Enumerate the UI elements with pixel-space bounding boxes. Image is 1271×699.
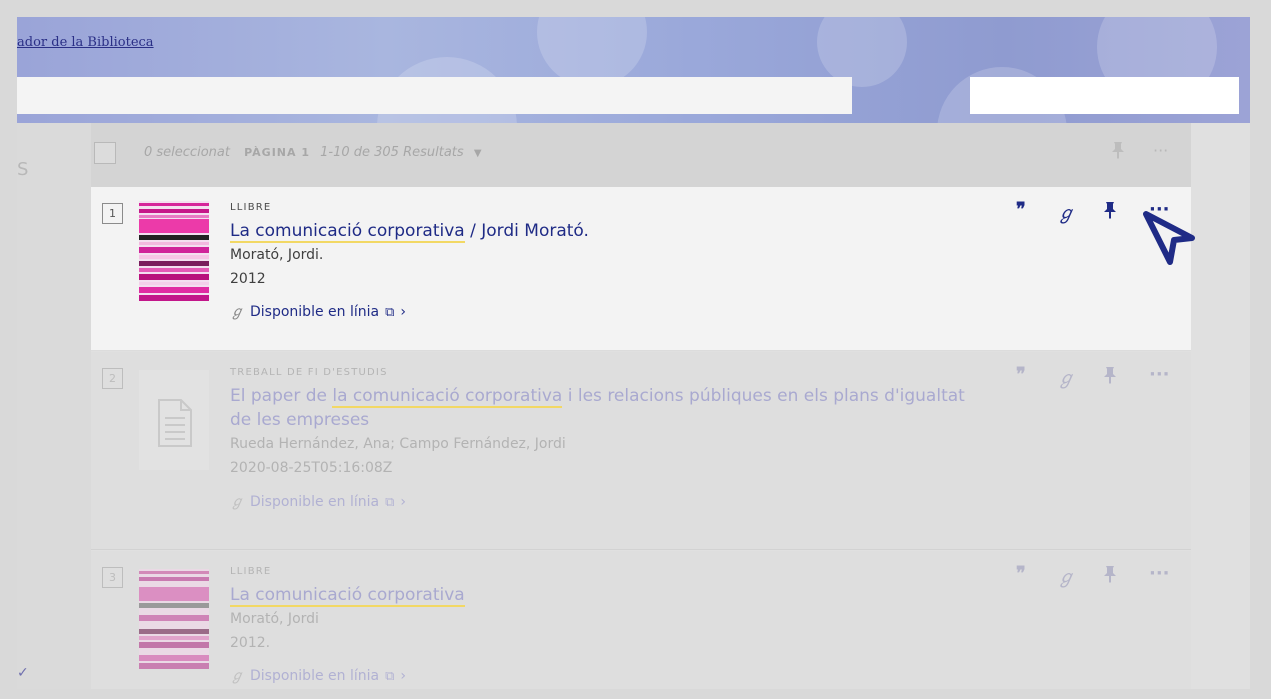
selected-count: 0 seleccionat — [144, 145, 230, 160]
link-icon: ℊ — [230, 304, 244, 320]
title-pre: El paper de — [230, 386, 333, 406]
title-highlight: la comunicació corporativa — [332, 386, 563, 408]
record-title-link[interactable]: La comunicació corporativa / Jordi Morat… — [230, 219, 990, 243]
chevron-right-icon: › — [400, 668, 406, 684]
book-cover-thumbnail[interactable] — [139, 201, 209, 301]
chevron-down-icon[interactable]: ▼ — [474, 148, 482, 159]
pin-icon[interactable] — [1111, 141, 1125, 163]
cite-quote-icon[interactable]: ❞ — [1016, 563, 1026, 584]
pin-icon[interactable] — [1103, 565, 1117, 587]
more-icon[interactable]: ··· — [1153, 141, 1168, 160]
availability-link[interactable]: ℊ Disponible en línia ⧉ › — [230, 491, 406, 511]
record-author: Rueda Hernández, Ana; Campo Fernández, J… — [230, 436, 566, 452]
availability-link[interactable]: ℊ Disponible en línia ⧉ › — [230, 301, 406, 321]
external-link-icon: ⧉ — [385, 669, 395, 684]
results-range[interactable]: 1-10 de 305 Resultats — [320, 145, 464, 160]
availability-link[interactable]: ℊ Disponible en línia ⧉ › — [230, 665, 406, 685]
availability-label: Disponible en línia — [250, 668, 380, 684]
availability-label: Disponible en línia — [250, 304, 380, 320]
sidebar-label: S — [17, 159, 29, 180]
chevron-right-icon: › — [400, 494, 406, 510]
result-item[interactable]: 1 LLIBRE La comunicació corporativa / Jo… — [91, 187, 1191, 351]
more-actions-icon[interactable]: ··· — [1149, 563, 1170, 584]
record-title-link[interactable]: La comunicació corporativa — [230, 583, 990, 607]
results-summary: 0 seleccionat PÀGINA 1 1-10 de 305 Resul… — [144, 145, 482, 160]
header-banner: ador de la Biblioteca — [17, 17, 1250, 123]
result-item[interactable]: 2 TREBALL DE FI D'ESTUDIS El paper de la… — [91, 352, 1191, 550]
external-link-icon: ⧉ — [385, 305, 395, 320]
title-highlight: La comunicació corporativa — [230, 221, 465, 243]
external-link-icon: ⧉ — [385, 495, 395, 510]
title-highlight: La comunicació corporativa — [230, 585, 465, 607]
chevron-right-icon: › — [400, 304, 406, 320]
result-number[interactable]: 2 — [102, 368, 123, 389]
result-number[interactable]: 3 — [102, 567, 123, 588]
mouse-cursor-icon — [1143, 211, 1195, 265]
link-icon: ℊ — [230, 494, 244, 510]
page-indicator: PÀGINA 1 — [244, 146, 310, 159]
cite-quote-icon[interactable]: ❞ — [1016, 199, 1026, 220]
title-rest: / Jordi Morató. — [464, 221, 589, 241]
facets-sidebar: S ✓ — [17, 123, 91, 689]
results-toolbar: 0 seleccionat PÀGINA 1 1-10 de 305 Resul… — [91, 123, 1191, 187]
record-type: LLIBRE — [230, 202, 272, 213]
record-type: TREBALL DE FI D'ESTUDIS — [230, 367, 388, 378]
book-cover-thumbnail[interactable] — [139, 569, 209, 669]
permalink-icon[interactable]: ℊ — [1057, 199, 1075, 225]
record-date: 2012 — [230, 271, 266, 287]
record-date: 2012. — [230, 635, 271, 651]
sidebar-check-icon: ✓ — [17, 665, 29, 681]
record-title-link[interactable]: El paper de la comunicació corporativa i… — [230, 384, 990, 432]
search-scope-dropdown[interactable] — [970, 77, 1239, 114]
record-type: LLIBRE — [230, 566, 272, 577]
record-actions: ❞ ℊ ··· — [1016, 563, 1186, 589]
pin-icon[interactable] — [1103, 366, 1117, 388]
permalink-icon[interactable]: ℊ — [1057, 364, 1075, 390]
record-actions: ❞ ℊ ··· — [1016, 364, 1186, 390]
record-author: Morató, Jordi. — [230, 247, 324, 263]
record-date: 2020-08-25T05:16:08Z — [230, 460, 393, 476]
app-frame: ador de la Biblioteca S ✓ 0 seleccionat … — [17, 17, 1250, 689]
record-author: Morató, Jordi — [230, 611, 319, 627]
select-all-checkbox[interactable] — [94, 142, 116, 164]
permalink-icon[interactable]: ℊ — [1057, 563, 1075, 589]
cite-quote-icon[interactable]: ❞ — [1016, 364, 1026, 385]
more-actions-icon[interactable]: ··· — [1149, 364, 1170, 385]
link-icon: ℊ — [230, 668, 244, 684]
result-item[interactable]: 3 LLIBRE La comunicació corporativa Mora… — [91, 551, 1191, 689]
availability-label: Disponible en línia — [250, 494, 380, 510]
document-placeholder-icon[interactable] — [139, 370, 209, 470]
pin-icon[interactable] — [1103, 201, 1117, 223]
library-home-link[interactable]: ador de la Biblioteca — [17, 35, 154, 50]
result-number[interactable]: 1 — [102, 203, 123, 224]
search-input[interactable] — [17, 77, 852, 114]
